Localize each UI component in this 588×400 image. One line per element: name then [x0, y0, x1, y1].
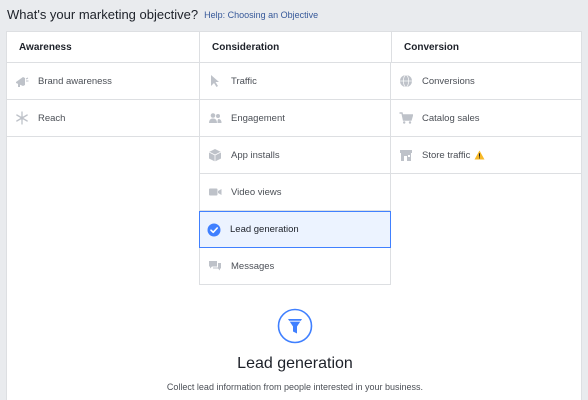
people-icon — [208, 111, 222, 125]
store-icon — [399, 148, 413, 162]
page-header: What's your marketing objective? Help: C… — [0, 0, 588, 28]
objective-detail: Lead generation Collect lead information… — [7, 302, 583, 392]
detail-title: Lead generation — [237, 355, 353, 372]
shopping-cart-icon — [399, 111, 413, 125]
detail-description: Collect lead information from people int… — [166, 382, 424, 392]
cursor-icon — [208, 74, 222, 88]
objective-traffic[interactable]: Traffic — [199, 63, 391, 100]
objective-video-views[interactable]: Video views — [199, 174, 391, 211]
objective-label: Catalog sales — [422, 112, 480, 124]
awareness-header: Awareness — [7, 32, 199, 63]
objective-label: Brand awareness — [38, 75, 112, 87]
consideration-column: Consideration Traffic Engagement App ins… — [199, 32, 391, 285]
conversion-header: Conversion — [391, 32, 581, 63]
help-link[interactable]: Help: Choosing an Objective — [204, 10, 318, 20]
video-camera-icon — [208, 185, 222, 199]
objective-conversions[interactable]: Conversions — [391, 63, 581, 100]
snowflake-icon — [15, 111, 29, 125]
checkmark-circle-icon — [207, 223, 221, 237]
objective-label: Reach — [38, 112, 66, 124]
objective-reach[interactable]: Reach — [7, 100, 199, 137]
objective-messages[interactable]: Messages — [199, 248, 391, 285]
warning-icon[interactable] — [474, 150, 485, 160]
chat-bubbles-icon — [208, 259, 222, 273]
objective-label: App installs — [231, 149, 280, 161]
awareness-column: Awareness Brand awareness Reach — [7, 32, 199, 137]
objective-label: Messages — [231, 260, 275, 272]
page-title: What's your marketing objective? — [7, 6, 199, 22]
box-icon — [208, 148, 222, 162]
objective-panel: Awareness Brand awareness Reach Consider… — [6, 31, 582, 400]
globe-icon — [399, 74, 413, 88]
objective-app-installs[interactable]: App installs — [199, 137, 391, 174]
objective-label: Traffic — [231, 75, 257, 87]
objective-catalog-sales[interactable]: Catalog sales — [391, 100, 581, 137]
objective-label: Video views — [231, 186, 282, 198]
consideration-header: Consideration — [199, 32, 391, 63]
objective-label: Conversions — [422, 75, 475, 87]
objective-brand-awareness[interactable]: Brand awareness — [7, 63, 199, 100]
objective-label: Lead generation — [230, 224, 299, 235]
objective-lead-generation[interactable]: Lead generation — [199, 211, 391, 248]
objective-label: Store traffic — [422, 149, 471, 161]
funnel-icon — [277, 308, 313, 344]
objective-store-traffic[interactable]: Store traffic — [391, 137, 581, 174]
conversion-column: Conversion Conversions Catalog sales Sto… — [391, 32, 581, 174]
megaphone-icon — [15, 74, 29, 88]
objective-engagement[interactable]: Engagement — [199, 100, 391, 137]
objective-label: Engagement — [231, 112, 285, 124]
